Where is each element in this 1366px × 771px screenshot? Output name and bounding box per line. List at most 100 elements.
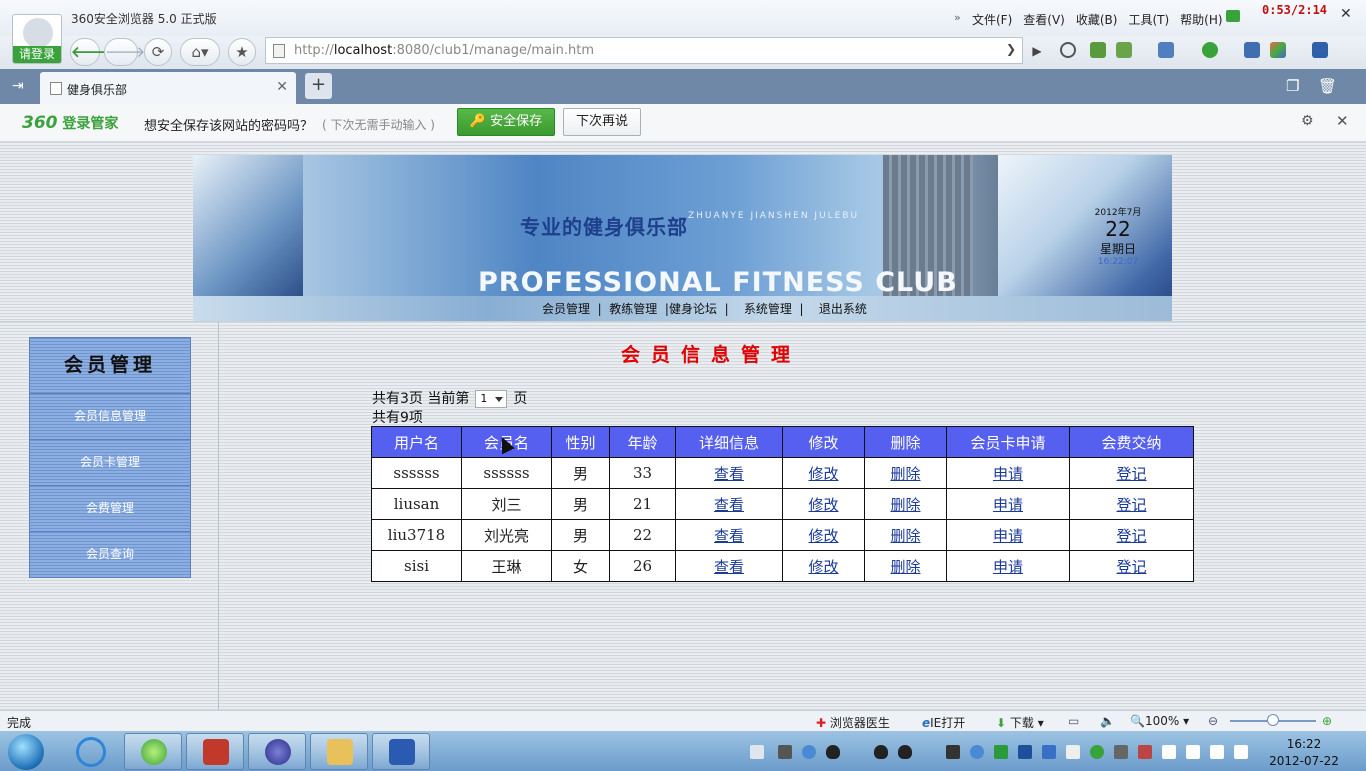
tab-fitness-club[interactable]: 健身俱乐部 ✕: [40, 72, 296, 104]
tray-flag-icon[interactable]: [1186, 745, 1200, 759]
back-button[interactable]: 🡐: [70, 38, 111, 66]
tray-tool-icon[interactable]: [946, 745, 960, 759]
menu-favorites[interactable]: 收藏(B): [1076, 11, 1118, 28]
save-password-button[interactable]: 🔑 安全保存: [457, 108, 555, 136]
page-select[interactable]: 1: [475, 390, 508, 408]
address-dropdown-icon[interactable]: ❯: [1006, 42, 1016, 56]
tray-device-icon[interactable]: [1114, 745, 1128, 759]
keyboard-icon[interactable]: [750, 745, 764, 759]
start-button[interactable]: [8, 734, 44, 770]
skin-icon[interactable]: [1226, 10, 1240, 22]
qq-icon[interactable]: [898, 745, 912, 759]
sidebar-toggle-icon[interactable]: ⇥: [12, 78, 24, 94]
sidebar-item-member-search[interactable]: 会员查询: [29, 532, 191, 578]
tray-360-icon[interactable]: [1090, 745, 1104, 759]
qq-icon[interactable]: [874, 745, 888, 759]
app-icon[interactable]: [1202, 42, 1218, 58]
close-window-icon[interactable]: ✕: [1340, 6, 1352, 22]
taskbar-app-explorer[interactable]: [310, 733, 368, 770]
tools-key-icon[interactable]: [1244, 42, 1260, 58]
fee-register-link[interactable]: 登记: [1116, 465, 1146, 483]
screenshot-icon[interactable]: [1158, 42, 1174, 58]
new-tab-button[interactable]: +: [305, 73, 332, 99]
delete-link[interactable]: 删除: [890, 527, 920, 545]
card-apply-link[interactable]: 申请: [993, 496, 1023, 514]
app-store-icon[interactable]: [1270, 42, 1286, 58]
window-icon[interactable]: ▭: [1068, 714, 1079, 728]
go-button[interactable]: ▶: [1026, 40, 1048, 62]
translate-icon[interactable]: [1116, 42, 1132, 58]
refresh-button[interactable]: ⟳: [144, 38, 172, 66]
favorite-star-button[interactable]: ★: [228, 38, 256, 66]
sidebar-item-member-card[interactable]: 会员卡管理: [29, 440, 191, 486]
zoom-control[interactable]: 🔍100% ▾: [1130, 714, 1189, 728]
top-nav-links[interactable]: 会员管理 | 教练管理 |健身论坛 | 系统管理 | 退出系统: [542, 300, 867, 317]
speaker-icon[interactable]: [1234, 745, 1248, 759]
tray-chat-icon[interactable]: [970, 745, 984, 759]
sidebar-item-member-info[interactable]: 会员信息管理: [29, 394, 191, 440]
card-apply-link[interactable]: 申请: [993, 527, 1023, 545]
ie-open-button[interactable]: eIE打开: [922, 714, 965, 731]
zoom-out-icon[interactable]: ⊖: [1208, 714, 1218, 728]
menu-expand-icon[interactable]: »: [954, 11, 961, 24]
tray-alert-icon[interactable]: [1138, 745, 1152, 759]
ie-taskbar-icon[interactable]: [76, 737, 106, 767]
menu-file[interactable]: 文件(F): [972, 11, 1012, 28]
delete-link[interactable]: 删除: [890, 465, 920, 483]
edit-link[interactable]: 修改: [808, 465, 838, 483]
video-icon[interactable]: [1312, 42, 1328, 58]
tray-app-icon[interactable]: [802, 745, 816, 759]
view-link[interactable]: 查看: [714, 496, 744, 514]
system-clock[interactable]: 16:22 2012-07-22: [1268, 736, 1340, 770]
delete-link[interactable]: 删除: [890, 558, 920, 576]
edit-link[interactable]: 修改: [808, 527, 838, 545]
address-bar[interactable]: http://localhost:8080/club1/manage/main.…: [265, 37, 1023, 64]
fee-register-link[interactable]: 登记: [1116, 496, 1146, 514]
zoom-in-icon[interactable]: ⊕: [1322, 714, 1332, 728]
taskbar-app-toolbox[interactable]: [186, 733, 244, 770]
home-button[interactable]: ⌂▾: [180, 38, 220, 66]
taskbar-app-word[interactable]: [372, 733, 430, 770]
flag-icon[interactable]: [1162, 745, 1176, 759]
tray-monitor-icon[interactable]: [994, 745, 1008, 759]
close-bar-icon[interactable]: ✕: [1336, 112, 1349, 130]
edit-link[interactable]: 修改: [808, 496, 838, 514]
fee-register-link[interactable]: 登记: [1116, 527, 1146, 545]
qq-icon[interactable]: [826, 745, 840, 759]
menu-help[interactable]: 帮助(H): [1180, 11, 1222, 28]
restore-tabs-icon[interactable]: ❐: [1286, 77, 1299, 95]
close-tab-icon[interactable]: ✕: [276, 79, 288, 95]
menu-tools[interactable]: 工具(T): [1128, 11, 1169, 28]
view-link[interactable]: 查看: [714, 558, 744, 576]
taskbar-app-360-browser[interactable]: [124, 733, 182, 770]
view-link[interactable]: 查看: [714, 465, 744, 483]
login-label[interactable]: 请登录: [13, 46, 61, 63]
extension-cube-icon[interactable]: [1090, 42, 1106, 58]
delete-link[interactable]: 删除: [890, 496, 920, 514]
tray-active-icon[interactable]: [1018, 745, 1032, 759]
tray-window-icon[interactable]: [778, 745, 792, 759]
taskbar-app-eclipse[interactable]: [248, 733, 306, 770]
zoom-slider-handle[interactable]: [1267, 714, 1279, 726]
sidebar-item-fees[interactable]: 会费管理: [29, 486, 191, 532]
card-apply-link[interactable]: 申请: [993, 558, 1023, 576]
volume-icon[interactable]: 🔈: [1100, 714, 1115, 728]
user-avatar[interactable]: 请登录: [12, 14, 62, 64]
tray-shield-icon[interactable]: [1042, 745, 1056, 759]
menu-view[interactable]: 查看(V): [1023, 11, 1065, 28]
address-url[interactable]: http://localhost:8080/club1/manage/main.…: [294, 43, 594, 58]
cell-gender: 男: [551, 488, 610, 520]
edit-link[interactable]: 修改: [808, 558, 838, 576]
card-apply-link[interactable]: 申请: [993, 465, 1023, 483]
trash-icon[interactable]: 🗑: [1318, 77, 1337, 95]
browser-doctor-button[interactable]: ✚ 浏览器医生: [816, 714, 890, 731]
fee-register-link[interactable]: 登记: [1116, 558, 1146, 576]
network-icon[interactable]: [1210, 745, 1224, 759]
gear-icon[interactable]: ⚙: [1301, 113, 1314, 129]
tray-note-icon[interactable]: [1066, 745, 1080, 759]
shield-icon[interactable]: [1060, 42, 1076, 58]
later-button[interactable]: 下次再说: [563, 108, 641, 136]
forward-button[interactable]: 🡒▾: [104, 38, 153, 66]
view-link[interactable]: 查看: [714, 527, 744, 545]
download-button[interactable]: ⬇ 下载 ▾: [996, 714, 1044, 731]
